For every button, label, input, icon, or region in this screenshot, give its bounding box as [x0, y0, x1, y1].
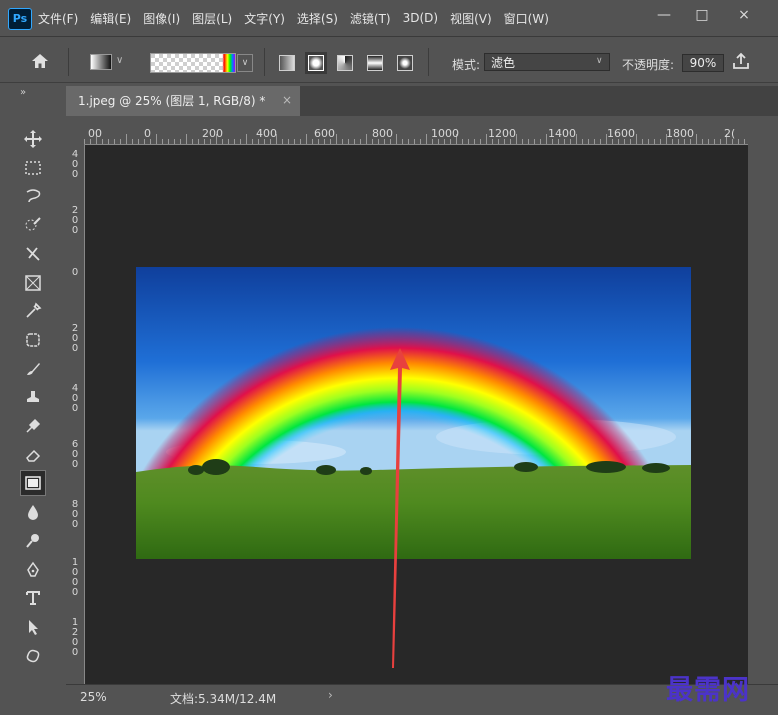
marquee-tool-icon[interactable] [20, 155, 46, 181]
ruler-h-label: 1600 [607, 127, 635, 140]
maximize-button[interactable]: □ [684, 4, 720, 26]
type-tool-icon[interactable] [20, 585, 46, 611]
menu-layer[interactable]: 图层(L) [192, 10, 232, 27]
blur-tool-icon[interactable] [20, 499, 46, 525]
gradient-preset-swatch[interactable] [90, 54, 112, 70]
options-separator [68, 48, 69, 76]
vertical-panel-edge [748, 126, 778, 686]
chevron-down-icon[interactable]: ∨ [116, 55, 123, 66]
gradient-tool-icon[interactable] [20, 470, 46, 497]
crop-tool-icon[interactable] [20, 241, 46, 267]
shape-tool-icon[interactable] [20, 643, 46, 669]
mode-label: 模式: [452, 58, 481, 72]
menu-select[interactable]: 选择(S) [297, 10, 338, 27]
menu-type[interactable]: 文字(Y) [244, 10, 285, 27]
brush-tool-icon[interactable] [20, 356, 46, 382]
stamp-tool-icon[interactable] [20, 384, 46, 410]
ruler-h-label: 2( [724, 127, 736, 140]
options-separator [264, 48, 265, 76]
menu-filter[interactable]: 滤镜(T) [350, 10, 391, 27]
eraser-tool-icon[interactable] [20, 442, 46, 468]
history-brush-tool-icon[interactable] [20, 413, 46, 439]
linear-gradient-icon[interactable] [279, 55, 295, 71]
photoshop-logo: Ps [8, 8, 32, 30]
blend-mode-select[interactable]: 滤色 [484, 53, 610, 71]
gradient-editor-strip[interactable] [150, 53, 236, 73]
horizontal-ruler[interactable]: 00 0 200 400 600 800 1000 1200 1400 1600 1800 2( [66, 126, 748, 145]
radial-gradient-icon[interactable] [308, 55, 324, 71]
ruler-v-label: 1000 [71, 557, 79, 598]
zoom-level[interactable]: 25% [80, 690, 107, 704]
opacity-input[interactable]: 90% [682, 54, 724, 72]
ruler-h-label: 1800 [666, 127, 694, 140]
reflected-gradient-icon[interactable] [367, 55, 383, 71]
menu-view[interactable]: 视图(V) [450, 10, 492, 27]
options-separator [428, 48, 429, 76]
frame-tool-icon[interactable] [20, 270, 46, 296]
ruler-v-label: 200 [71, 323, 79, 354]
menu-image[interactable]: 图像(I) [143, 10, 180, 27]
annotation-arrow-icon [390, 348, 410, 668]
gradient-picker-chevron-icon[interactable]: ∨ [237, 54, 253, 72]
menu-3d[interactable]: 3D(D) [403, 11, 438, 25]
vertical-ruler[interactable]: 400 200 0 200 400 600 800 1000 1200 [66, 144, 85, 684]
ruler-h-label: 00 [88, 127, 102, 140]
diamond-gradient-icon[interactable] [397, 55, 413, 71]
ruler-v-label: 0 [71, 267, 79, 278]
healing-tool-icon[interactable] [20, 327, 46, 353]
share-icon[interactable] [732, 52, 750, 70]
eyedropper-tool-icon[interactable] [20, 298, 46, 324]
menu-file[interactable]: 文件(F) [38, 10, 78, 27]
menu-edit[interactable]: 编辑(E) [90, 10, 131, 27]
opacity-label: 不透明度: [622, 58, 675, 72]
ruler-h-label: 1000 [431, 127, 459, 140]
ruler-v-label: 1200 [71, 617, 79, 658]
status-menu-arrow-icon[interactable]: › [328, 688, 333, 702]
minimize-button[interactable]: — [646, 4, 682, 26]
home-icon[interactable] [30, 51, 50, 71]
pen-tool-icon[interactable] [20, 557, 46, 583]
dodge-tool-icon[interactable] [20, 528, 46, 554]
ruler-h-label: 400 [256, 127, 277, 140]
ruler-h-label: 600 [314, 127, 335, 140]
document-size: 文档:5.34M/12.4M [170, 692, 277, 706]
quick-select-tool-icon[interactable] [20, 212, 46, 238]
ruler-v-label: 600 [71, 439, 79, 470]
document-tab[interactable]: 1.jpeg @ 25% (图层 1, RGB/8) * [66, 86, 300, 116]
path-select-tool-icon[interactable] [20, 614, 46, 640]
ruler-h-label: 200 [202, 127, 223, 140]
move-tool-icon[interactable] [20, 126, 46, 152]
ruler-v-label: 200 [71, 205, 79, 236]
menu-window[interactable]: 窗口(W) [504, 10, 549, 27]
ruler-v-label: 800 [71, 499, 79, 530]
watermark: 最需网 [666, 675, 750, 706]
ruler-h-label: 1200 [488, 127, 516, 140]
collapse-panels-icon[interactable]: » [20, 87, 26, 98]
menu-bar: 文件(F) 编辑(E) 图像(I) 图层(L) 文字(Y) 选择(S) 滤镜(T… [38, 0, 549, 36]
ruler-v-label: 400 [71, 149, 79, 180]
ruler-h-label: 0 [144, 127, 151, 140]
ruler-v-label: 400 [71, 383, 79, 414]
chevron-down-icon[interactable]: ∨ [596, 56, 603, 66]
ruler-h-label: 800 [372, 127, 393, 140]
close-window-button[interactable]: × [726, 4, 762, 26]
lasso-tool-icon[interactable] [20, 183, 46, 209]
angle-gradient-icon[interactable] [337, 55, 353, 71]
close-icon[interactable]: × [282, 93, 292, 107]
ruler-h-label: 1400 [548, 127, 576, 140]
